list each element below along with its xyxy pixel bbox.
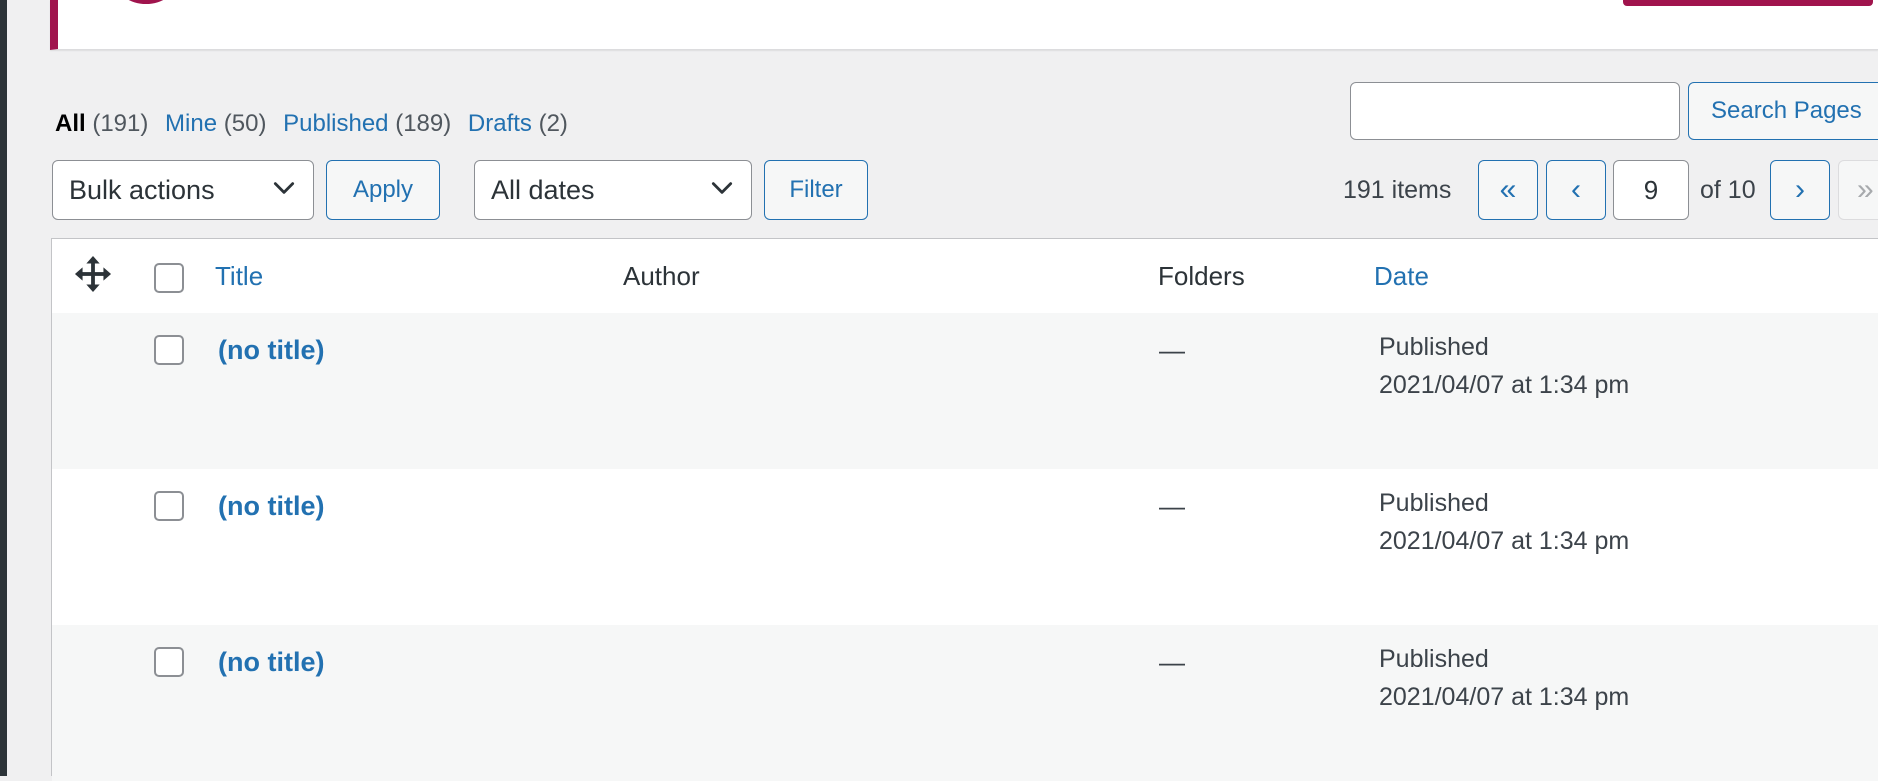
apply-button[interactable]: Apply — [326, 160, 440, 220]
search-input[interactable] — [1350, 82, 1680, 140]
first-page-button[interactable]: « — [1478, 160, 1538, 220]
move-arrows-icon[interactable] — [74, 255, 112, 293]
row-date-value: 2021/04/07 at 1:34 pm — [1379, 371, 1630, 399]
notice-logo — [116, 0, 176, 4]
table-row: (no title) — Published 2021/04/07 at 1:3… — [52, 313, 1878, 469]
filter-drafts-link[interactable]: Drafts — [468, 110, 532, 137]
table-row: (no title) — Published 2021/04/07 at 1:3… — [52, 469, 1878, 625]
status-filter-links: All (191) Mine (50) Published (189) Draf… — [55, 110, 578, 138]
filter-drafts[interactable]: Drafts (2) — [468, 110, 568, 137]
bulk-actions-value: Bulk actions — [69, 174, 215, 205]
row-date-status: Published — [1379, 645, 1489, 673]
filter-mine-link[interactable]: Mine — [165, 110, 217, 137]
row-checkbox[interactable] — [154, 647, 184, 677]
items-count: 191 items — [1343, 176, 1452, 204]
filter-mine[interactable]: Mine (50) — [165, 110, 266, 137]
row-folders: — — [1159, 335, 1185, 365]
row-folders: — — [1159, 491, 1185, 521]
last-page-button[interactable]: » — [1838, 160, 1878, 220]
dates-filter-value: All dates — [491, 174, 595, 205]
row-title-link[interactable]: (no title) — [218, 335, 324, 366]
column-title[interactable]: Title — [215, 261, 263, 292]
row-date-status: Published — [1379, 489, 1489, 517]
select-all-checkbox[interactable] — [154, 263, 184, 293]
column-author: Author — [623, 261, 700, 291]
table-header: Title Author Folders Date — [52, 239, 1878, 314]
filter-all-label: All — [55, 110, 86, 137]
filter-published-count: (189) — [395, 110, 452, 137]
notice-action-button[interactable] — [1623, 0, 1873, 6]
admin-sidebar-edge — [0, 0, 7, 776]
bulk-actions-select[interactable]: Bulk actions — [52, 160, 314, 220]
filter-mine-count: (50) — [223, 110, 267, 137]
search-pages-button[interactable]: Search Pages — [1688, 82, 1878, 140]
row-checkbox[interactable] — [154, 335, 184, 365]
row-checkbox[interactable] — [154, 491, 184, 521]
total-pages-label: of 10 — [1700, 176, 1756, 204]
chevron-down-icon — [711, 182, 733, 194]
next-page-button[interactable]: › — [1770, 160, 1830, 220]
column-folders: Folders — [1158, 261, 1245, 291]
dates-filter-select[interactable]: All dates — [474, 160, 752, 220]
row-date-value: 2021/04/07 at 1:34 pm — [1379, 683, 1630, 711]
row-title-link[interactable]: (no title) — [218, 491, 324, 522]
filter-all[interactable]: All (191) — [55, 110, 148, 137]
admin-notice — [50, 0, 1878, 50]
filter-button[interactable]: Filter — [764, 160, 868, 220]
pages-table: Title Author Folders Date (no title) — P… — [51, 238, 1878, 781]
previous-page-button[interactable]: ‹ — [1546, 160, 1606, 220]
filter-published[interactable]: Published (189) — [283, 110, 451, 137]
row-date-value: 2021/04/07 at 1:34 pm — [1379, 527, 1630, 555]
table-row: (no title) — Published 2021/04/07 at 1:3… — [52, 625, 1878, 781]
current-page-input[interactable]: 9 — [1613, 160, 1689, 220]
row-title-link[interactable]: (no title) — [218, 647, 324, 678]
row-date-status: Published — [1379, 333, 1489, 361]
column-date[interactable]: Date — [1374, 261, 1429, 292]
filter-all-count: (191) — [92, 110, 149, 137]
chevron-down-icon — [273, 182, 295, 194]
filter-published-link[interactable]: Published — [283, 110, 388, 137]
row-folders: — — [1159, 647, 1185, 677]
filter-drafts-count: (2) — [538, 110, 568, 137]
